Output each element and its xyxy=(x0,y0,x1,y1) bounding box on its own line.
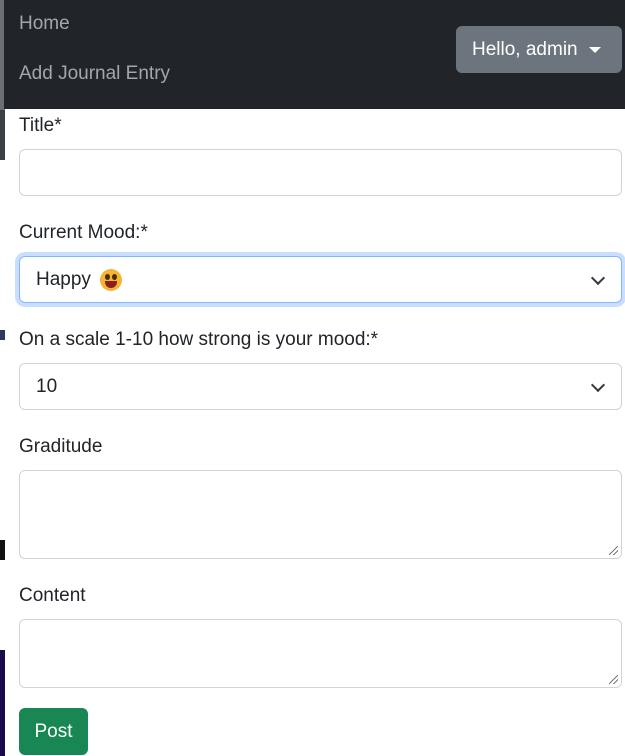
title-input[interactable] xyxy=(19,149,622,196)
mood-selected-text: Happy xyxy=(36,268,91,290)
nav-link-add-journal-entry[interactable]: Add Journal Entry xyxy=(19,63,170,85)
user-menu-label: Hello, admin xyxy=(472,38,578,60)
gratitude-label: Graditude xyxy=(19,436,103,457)
content-label: Content xyxy=(19,585,86,606)
mood-strength-label: On a scale 1-10 how strong is your mood:… xyxy=(19,329,379,350)
user-menu-button[interactable]: Hello, admin xyxy=(456,26,622,73)
mood-label: Current Mood:* xyxy=(19,222,148,243)
resize-handle-icon[interactable] xyxy=(609,675,618,684)
background-window-edge xyxy=(0,0,5,756)
resize-handle-icon[interactable] xyxy=(609,546,618,555)
title-label: Title* xyxy=(19,115,62,136)
chevron-down-icon xyxy=(590,270,606,285)
top-navbar: Home Add Journal Entry Hello, admin xyxy=(4,0,625,109)
content-textarea[interactable] xyxy=(19,619,622,688)
caret-down-icon xyxy=(588,46,601,53)
mood-select[interactable]: Happy xyxy=(19,256,622,303)
grinning-face-icon xyxy=(99,268,122,291)
mood-select-value: Happy xyxy=(36,268,122,291)
nav-link-home[interactable]: Home xyxy=(19,13,70,35)
gratitude-textarea[interactable] xyxy=(19,470,622,559)
chevron-down-icon xyxy=(590,377,606,392)
mood-strength-select[interactable]: 10 xyxy=(19,363,622,410)
mood-strength-value: 10 xyxy=(36,375,58,397)
post-button[interactable]: Post xyxy=(19,708,88,755)
